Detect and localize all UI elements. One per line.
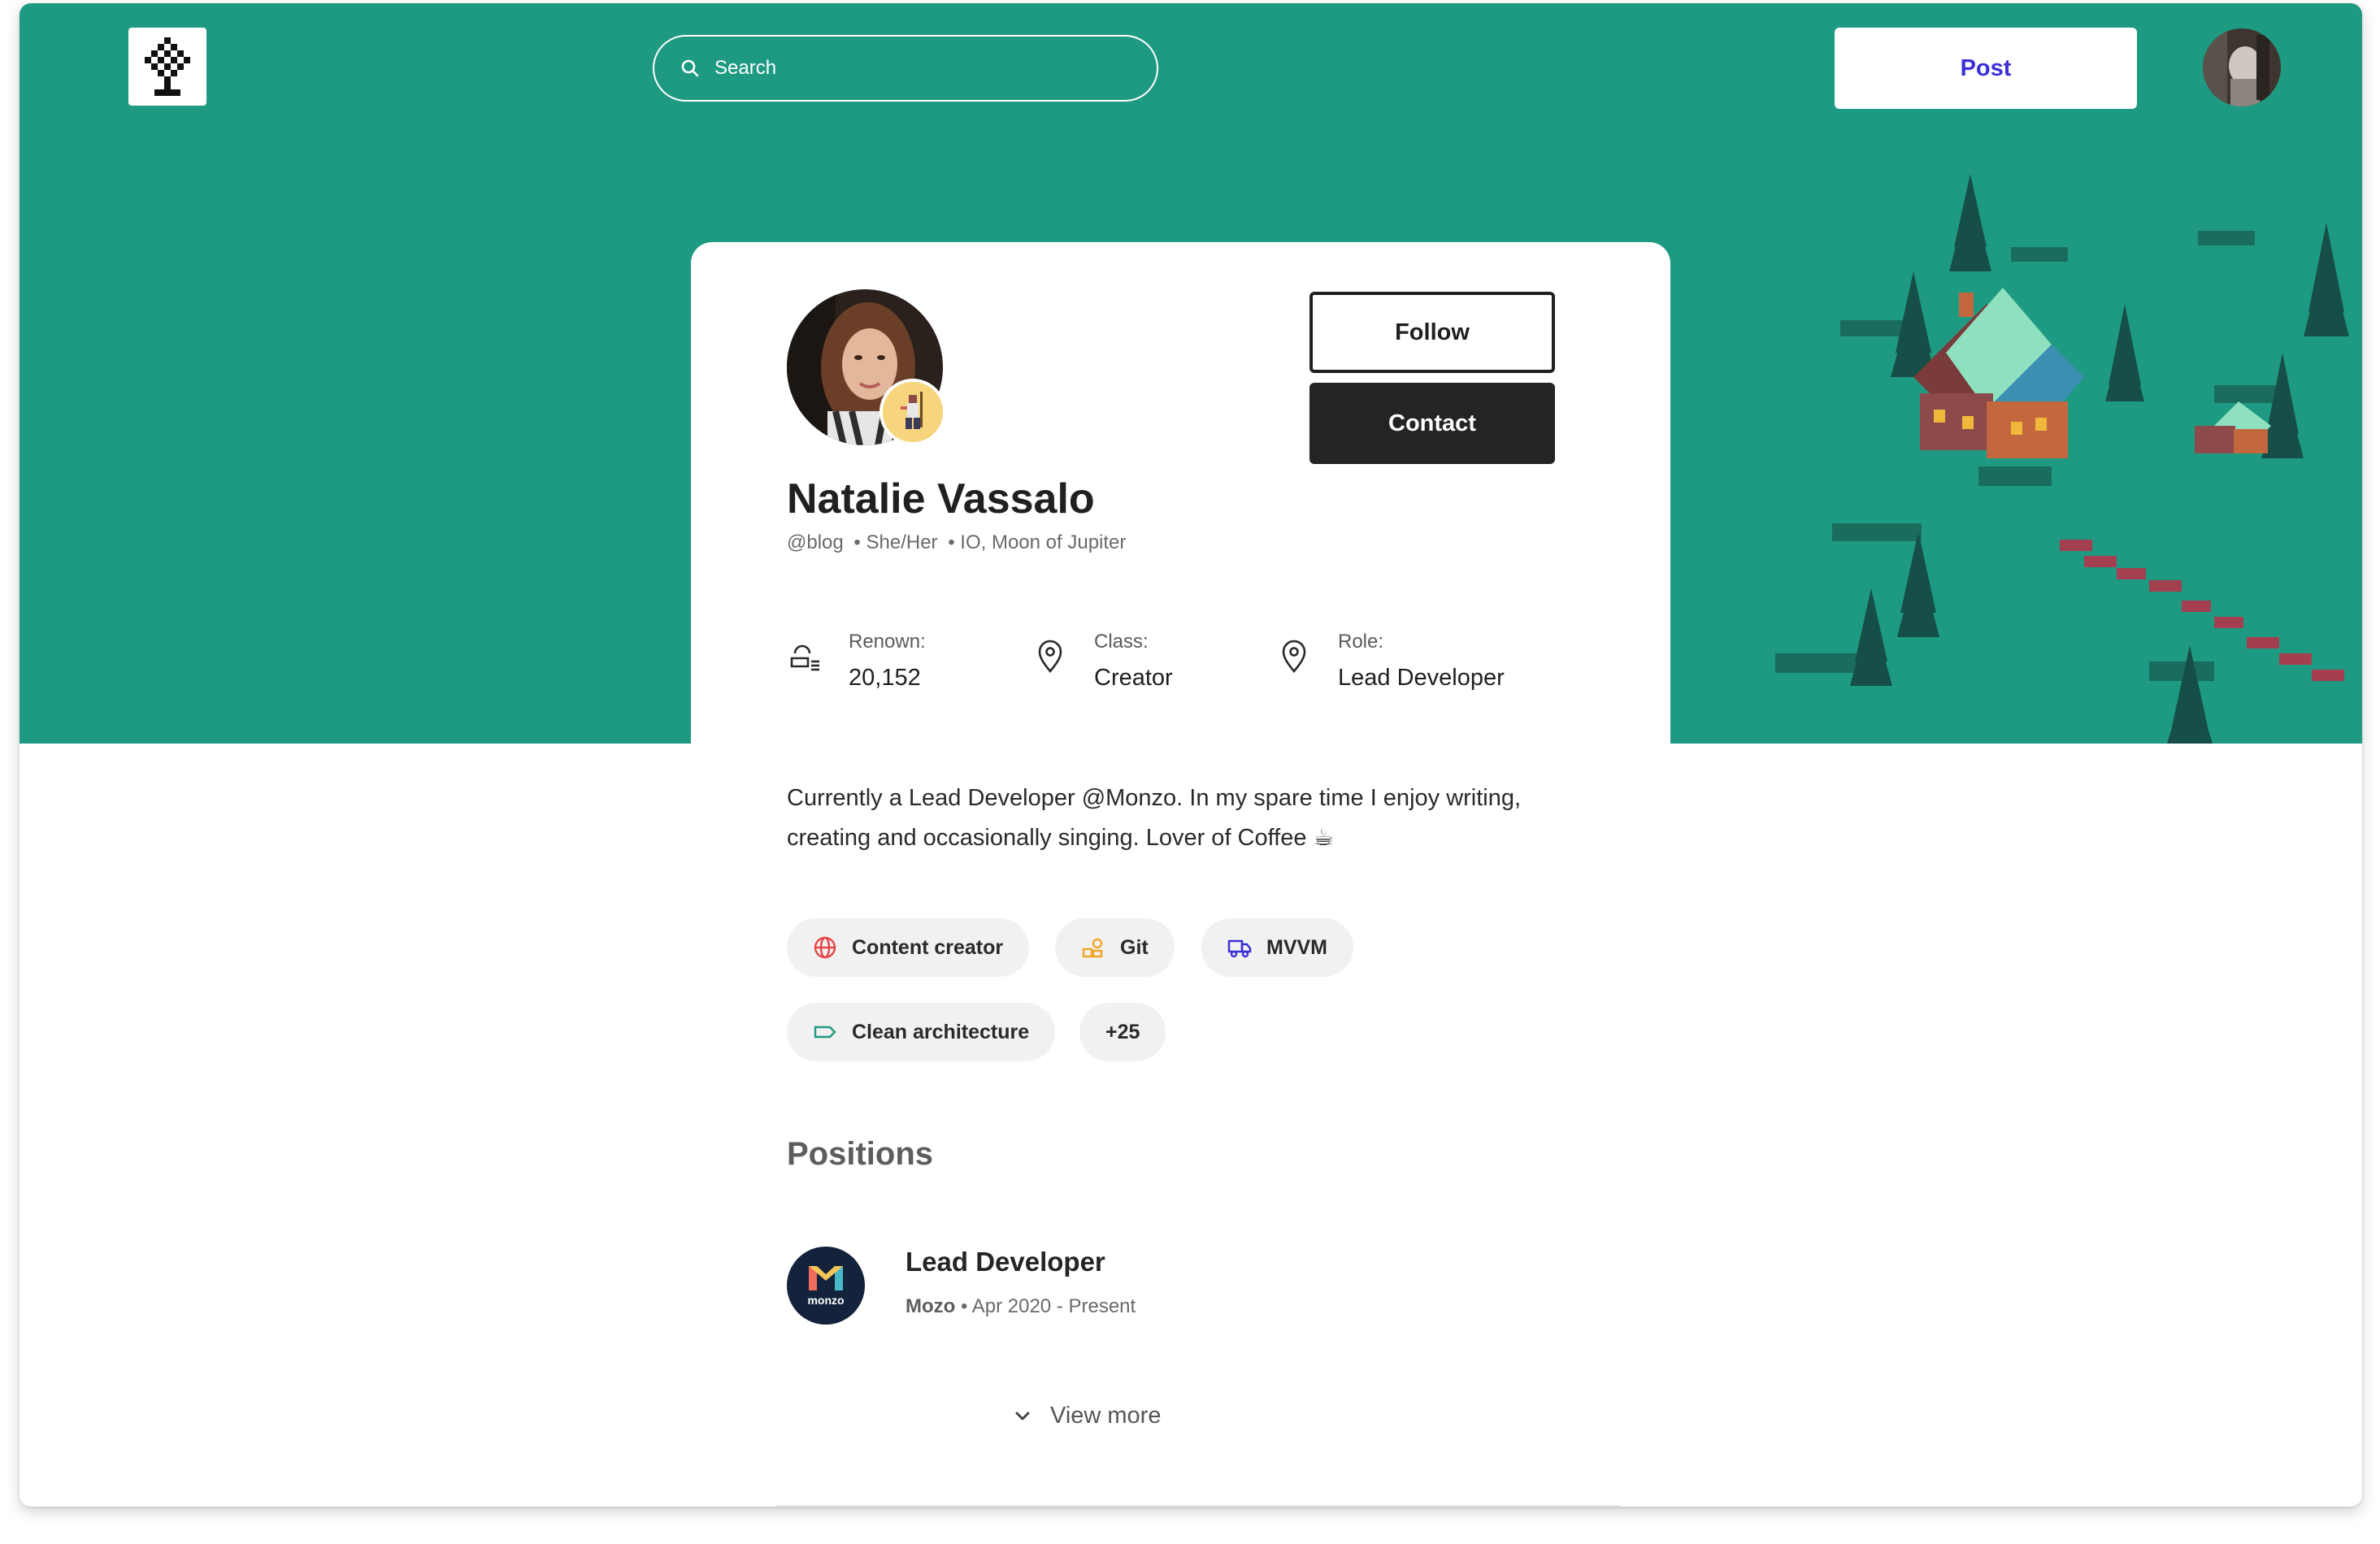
stat-label: Role: xyxy=(1338,631,1384,653)
profile-name: Natalie Vassalo xyxy=(787,475,1095,523)
tag-content-creator[interactable]: Content creator xyxy=(787,918,1030,977)
profile-card: Follow Contact Natalie Vassalo @blog • S… xyxy=(691,242,1670,1507)
stat-value: Creator xyxy=(1094,665,1173,691)
search-bar[interactable] xyxy=(653,35,1158,102)
stat-label: Class: xyxy=(1094,631,1149,653)
search-icon xyxy=(681,59,699,77)
profile-pronouns: • She/Her xyxy=(853,531,938,553)
position-period: • Apr 2020 - Present xyxy=(960,1295,1136,1317)
location-pin-icon xyxy=(1038,640,1062,674)
monzo-m-icon xyxy=(809,1266,843,1290)
profile-meta: @blog • She/Her • IO, Moon of Jupiter xyxy=(787,531,1131,554)
divider xyxy=(775,1505,1621,1507)
truck-icon xyxy=(1227,935,1252,960)
pixel-art-cabin-illustration xyxy=(1775,174,2349,744)
tag-icon xyxy=(813,1020,837,1044)
view-more-button[interactable]: View more xyxy=(1013,1403,1161,1429)
follow-button[interactable]: Follow xyxy=(1309,292,1555,373)
globe-icon xyxy=(813,935,837,960)
company-logo-text: monzo xyxy=(807,1294,845,1307)
chevron-down-icon xyxy=(1015,1412,1030,1420)
class-badge-icon xyxy=(879,379,946,445)
stat-value: 20,152 xyxy=(849,665,921,691)
tag-label: Git xyxy=(1120,935,1149,959)
app-window: Post xyxy=(20,3,2362,1507)
profile-avatar[interactable] xyxy=(787,289,946,445)
tag-clean-architecture[interactable]: Clean architecture xyxy=(787,1003,1056,1061)
company-logo[interactable]: monzo xyxy=(787,1247,865,1325)
app-logo[interactable] xyxy=(128,28,206,106)
profile-handle[interactable]: @blog xyxy=(787,531,844,553)
coins-icon xyxy=(790,644,819,671)
tag-git[interactable]: Git xyxy=(1055,918,1175,977)
tag-label: Content creator xyxy=(852,935,1004,959)
tag-label: +25 xyxy=(1105,1020,1140,1043)
current-user-avatar[interactable] xyxy=(2203,28,2281,106)
contact-button[interactable]: Contact xyxy=(1309,383,1555,464)
profile-bio: Currently a Lead Developer @Monzo. In my… xyxy=(787,785,1522,851)
profile-location: • IO, Moon of Jupiter xyxy=(948,531,1127,553)
stat-value: Lead Developer xyxy=(1338,665,1505,691)
location-pin-icon xyxy=(1282,640,1306,674)
post-button[interactable]: Post xyxy=(1835,28,2137,109)
stat-label: Renown: xyxy=(849,631,926,653)
tag-label: Clean architecture xyxy=(852,1020,1030,1043)
search-input[interactable] xyxy=(714,57,1121,80)
position-details: Mozo • Apr 2020 - Present xyxy=(906,1295,1136,1318)
pixel-tree-logo-icon xyxy=(145,37,190,96)
positions-heading: Positions xyxy=(787,1136,934,1172)
view-more-label: View more xyxy=(1050,1403,1162,1429)
tag-label: MVVM xyxy=(1266,935,1327,959)
tag-mvvm[interactable]: MVVM xyxy=(1201,918,1353,977)
coins-icon xyxy=(1081,935,1105,960)
avatar-photo xyxy=(2203,28,2281,106)
position-title: Lead Developer xyxy=(906,1247,1105,1277)
tag-more-count[interactable]: +25 xyxy=(1079,1003,1166,1061)
position-company[interactable]: Mozo xyxy=(906,1295,955,1317)
